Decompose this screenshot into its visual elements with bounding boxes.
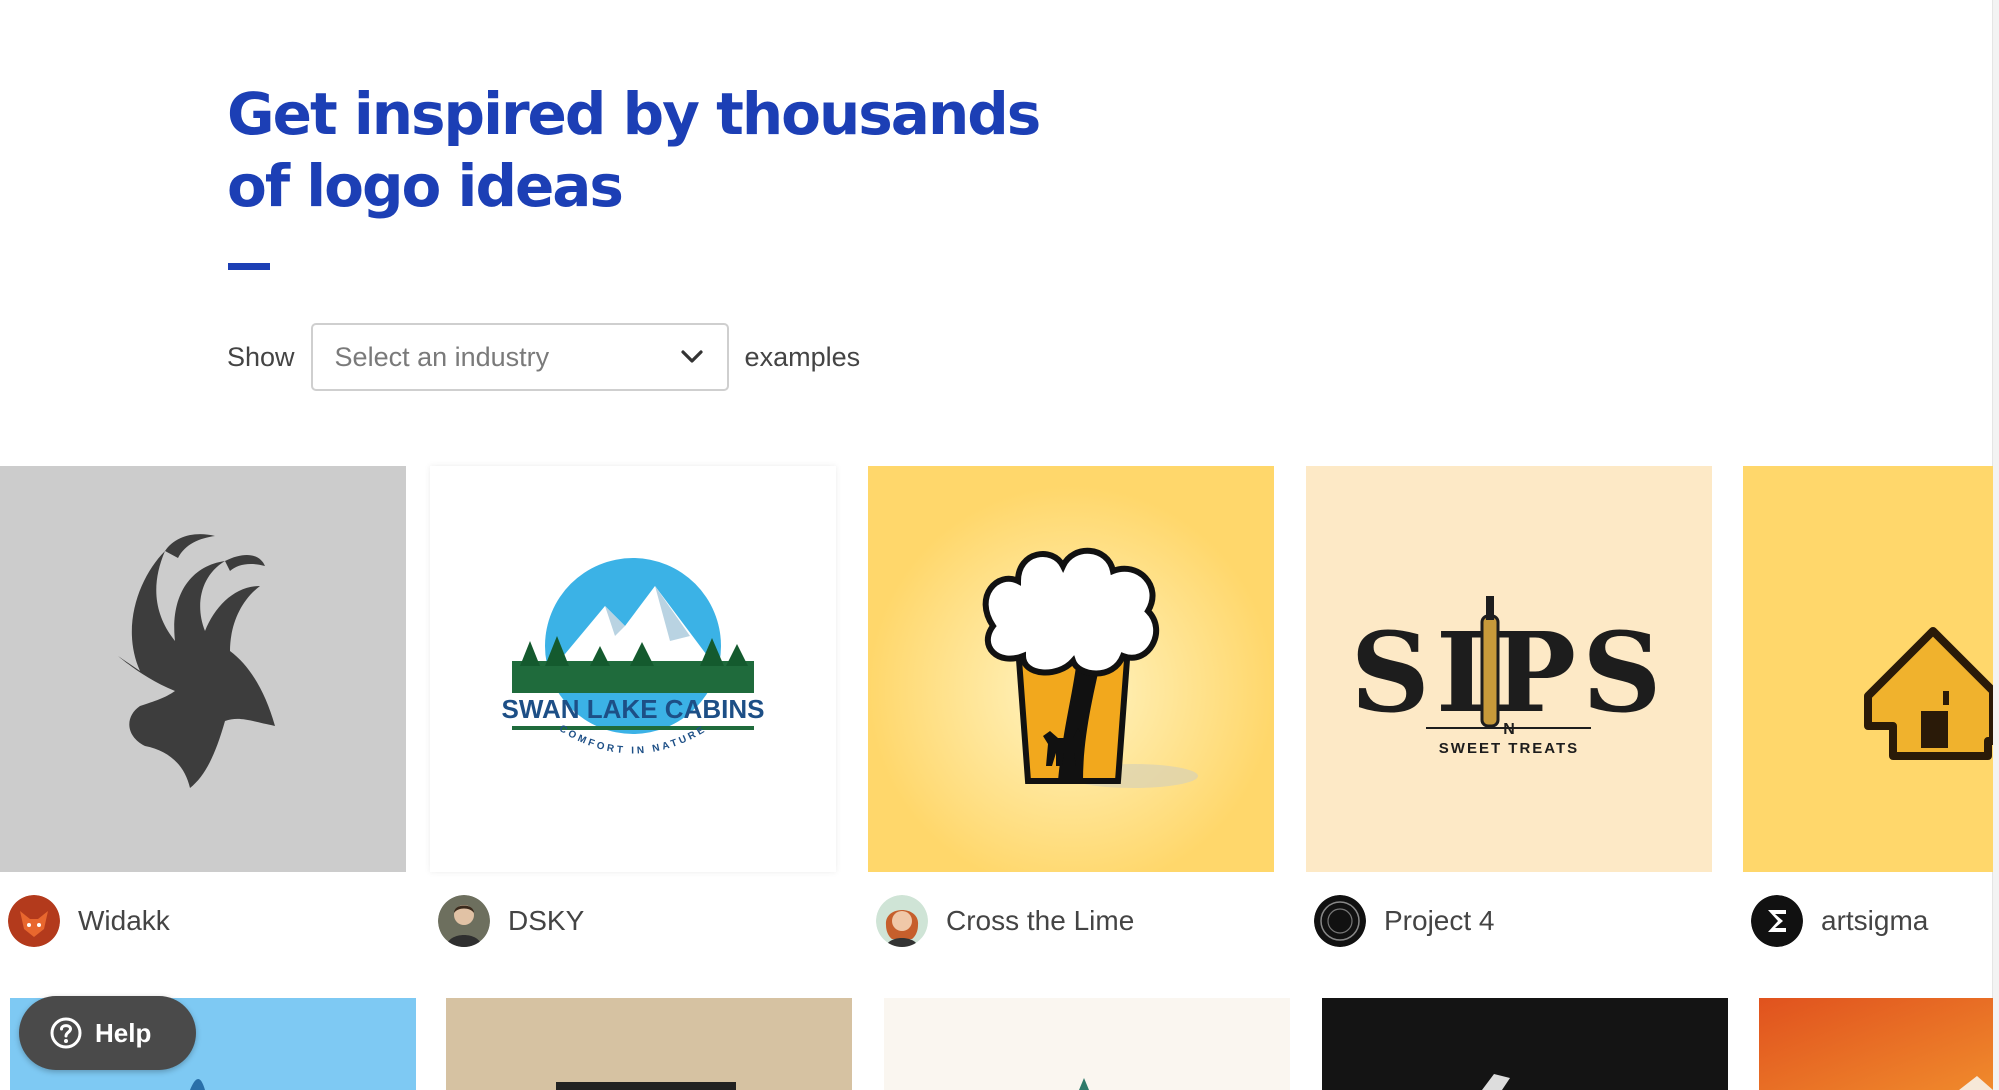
question-circle-icon [50, 1017, 82, 1049]
chevron-down-icon [680, 350, 703, 363]
logo-thumbnail[interactable]: SIPS N SWEET TREATS [1306, 466, 1712, 872]
logo-thumbnail[interactable] [0, 466, 406, 872]
logo-thumbnail[interactable] [1759, 998, 1993, 1090]
sips-logo-icon: SIPS N SWEET TREATS [1306, 466, 1712, 872]
logo-card: Cross the Lime [868, 466, 1274, 947]
logo-wordmark: SIPS [1350, 608, 1667, 737]
page-title-line1: Get inspired by thousands [227, 80, 1041, 148]
designer-name: DSKY [508, 905, 585, 936]
beer-tree-logo-icon [868, 466, 1274, 872]
industry-filter: Show Select an industry examples [227, 322, 860, 392]
logo-thumbnail[interactable]: SWAN LAKE CABINS COMFORT IN NATURE [430, 466, 836, 872]
designer-name: artsigma [1821, 905, 1929, 936]
designer-credit[interactable]: DSKY [438, 894, 584, 948]
logo-card: SWAN LAKE CABINS COMFORT IN NATURE DSKY [430, 466, 836, 947]
industry-select-placeholder: Select an industry [334, 341, 550, 372]
logo-wordmark: SWAN LAKE CABINS [502, 694, 765, 724]
dog-house-logo-icon [1743, 466, 1993, 872]
logo-thumbnail[interactable] [868, 466, 1274, 872]
help-label: Help [95, 1017, 152, 1048]
person-avatar-icon [438, 895, 490, 947]
scrollbar[interactable] [1992, 0, 1999, 1090]
filter-suffix-label: examples [744, 341, 861, 372]
logo-card: artsigma [1743, 466, 1993, 947]
industry-select[interactable]: Select an industry [310, 323, 729, 391]
designer-credit[interactable]: artsigma [1751, 894, 1928, 948]
title-accent-rule [228, 263, 270, 270]
logo-thumbnail[interactable] [1743, 466, 1993, 872]
designer-name: Cross the Lime [946, 905, 1135, 936]
sigma-avatar-icon [1751, 895, 1803, 947]
logo-thumbnail[interactable] [446, 998, 852, 1090]
person-avatar-icon [876, 895, 928, 947]
designer-credit[interactable]: Project 4 [1314, 894, 1495, 948]
filter-prefix-label: Show [227, 341, 295, 372]
page-title-line2: of logo ideas [227, 152, 624, 220]
logo-connector: N [1503, 721, 1515, 738]
mountain-cabin-logo-icon: SWAN LAKE CABINS COMFORT IN NATURE [430, 466, 836, 872]
stag-logo-icon [0, 466, 406, 872]
designer-name: Project 4 [1384, 905, 1495, 936]
logo-card: Widakk [0, 466, 406, 947]
designer-credit[interactable]: Widakk [8, 894, 170, 948]
logo-thumbnail[interactable] [884, 998, 1290, 1090]
designer-name: Widakk [78, 905, 170, 936]
logo-card: SIPS N SWEET TREATS Project 4 [1306, 466, 1712, 947]
page-title: Get inspired by thousands of logo ideas [227, 78, 1127, 222]
project4-avatar-icon [1314, 895, 1366, 947]
designer-credit[interactable]: Cross the Lime [876, 894, 1134, 948]
fox-avatar-icon [8, 895, 60, 947]
help-button[interactable]: Help [19, 996, 196, 1070]
logo-tagline: SWEET TREATS [1439, 740, 1579, 757]
logo-thumbnail[interactable] [1322, 998, 1728, 1090]
